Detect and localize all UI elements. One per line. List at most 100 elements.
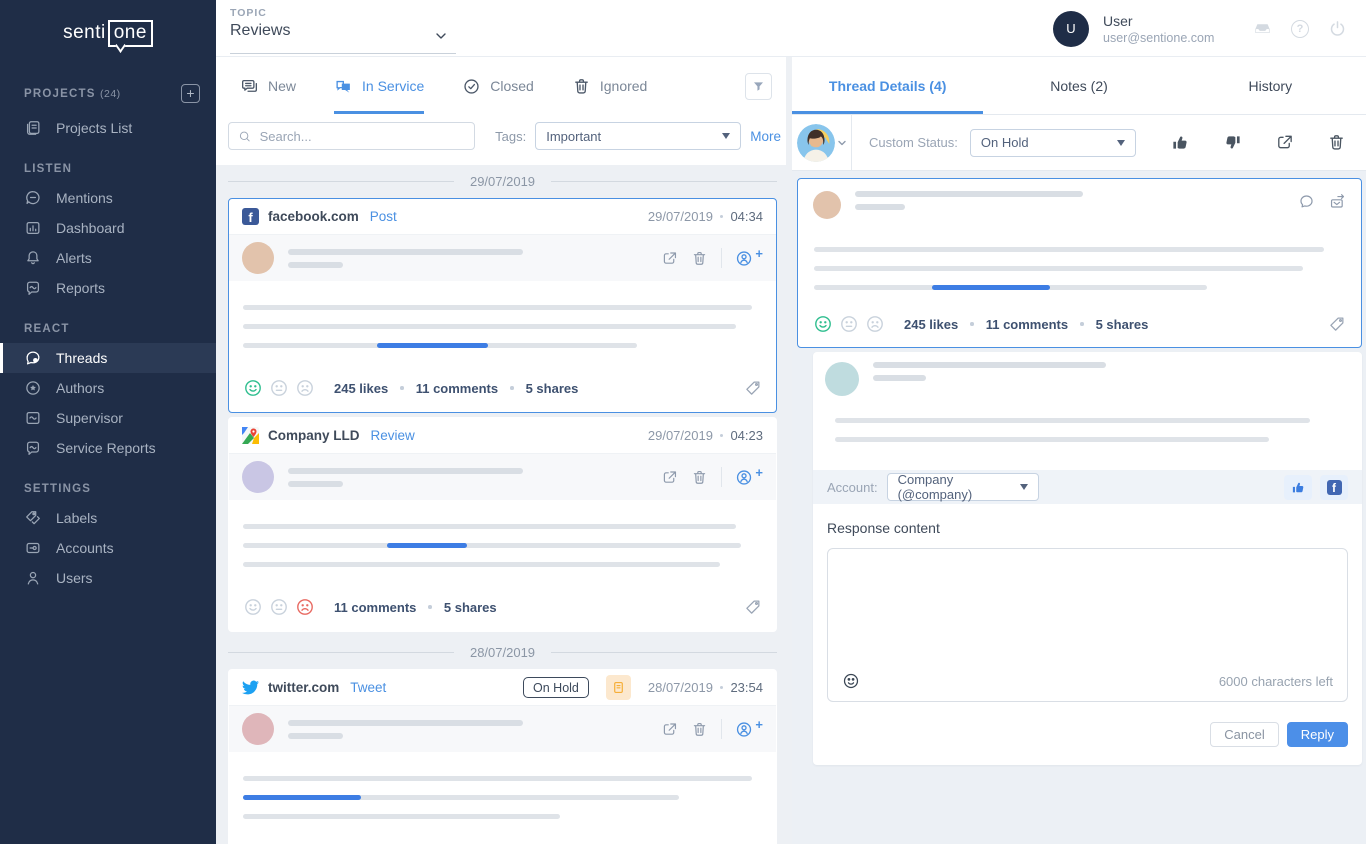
sentiment-positive-icon[interactable] <box>243 378 263 398</box>
likes-count: 245 likes <box>334 381 388 396</box>
cancel-button[interactable]: Cancel <box>1210 722 1278 747</box>
comment-bubble-icon[interactable] <box>1298 193 1315 210</box>
open-external-icon[interactable] <box>661 721 678 738</box>
assignee-avatar <box>797 124 835 162</box>
shares-count[interactable]: 5 shares <box>526 381 579 396</box>
sidebar-item-alerts[interactable]: Alerts <box>0 243 216 273</box>
topic-label: TOPIC <box>230 7 456 19</box>
forward-message-icon[interactable] <box>1329 193 1346 210</box>
select-caret-icon <box>722 133 730 139</box>
topic-selector[interactable]: TOPIC Reviews <box>230 7 456 54</box>
thread-card-facebook[interactable]: f facebook.com Post 29/07/2019 04:34 <box>228 198 777 413</box>
assign-user-button[interactable]: + <box>735 249 763 268</box>
sentiment-negative-icon[interactable] <box>295 597 315 617</box>
sidebar-item-accounts[interactable]: Accounts <box>0 533 216 563</box>
like-as-page-button[interactable] <box>1284 475 1312 500</box>
account-select[interactable]: Company (@company) <box>887 473 1039 501</box>
shares-count[interactable]: 5 shares <box>1096 317 1149 332</box>
assignee-selector[interactable] <box>792 115 852 170</box>
tags-select[interactable]: Important <box>535 122 741 150</box>
search-box[interactable] <box>228 122 475 150</box>
thread-date: 29/07/2019 <box>648 209 713 224</box>
bell-icon <box>24 249 42 267</box>
comments-count[interactable]: 11 comments <box>334 600 416 615</box>
add-project-button[interactable]: + <box>181 84 200 103</box>
sidebar: senti one PROJECTS (24) + Projects List … <box>0 0 216 844</box>
facebook-channel-button[interactable]: f <box>1320 475 1348 500</box>
chevron-down-icon <box>837 138 847 148</box>
author-avatar <box>242 713 274 745</box>
note-icon[interactable] <box>606 675 631 700</box>
sidebar-item-projects-list[interactable]: Projects List <box>0 113 216 143</box>
user-avatar[interactable]: U <box>1053 11 1089 47</box>
tag-icon[interactable] <box>744 598 762 616</box>
search-input[interactable] <box>260 129 465 144</box>
reply-button[interactable]: Reply <box>1287 722 1348 747</box>
help-icon[interactable]: ? <box>1291 20 1309 38</box>
filter-button[interactable] <box>745 73 772 100</box>
thumbs-down-icon[interactable] <box>1223 133 1242 152</box>
sentiment-positive-icon[interactable] <box>243 597 263 617</box>
likes-count: 245 likes <box>904 317 958 332</box>
sentiment-neutral-icon[interactable] <box>269 597 289 617</box>
custom-status-select[interactable]: On Hold <box>970 129 1136 157</box>
comments-count[interactable]: 11 comments <box>986 317 1068 332</box>
sidebar-item-service-reports[interactable]: Service Reports <box>0 433 216 463</box>
delete-icon[interactable] <box>1327 133 1346 152</box>
shares-count[interactable]: 5 shares <box>444 600 497 615</box>
tab-ignored[interactable]: Ignored <box>572 58 647 114</box>
sentiment-neutral-icon[interactable] <box>269 378 289 398</box>
tab-new[interactable]: New <box>240 58 296 114</box>
open-external-icon[interactable] <box>1275 133 1294 152</box>
google-maps-icon <box>242 427 259 444</box>
thread-source: Company LLD <box>268 428 360 443</box>
sidebar-item-labels[interactable]: Labels <box>0 503 216 533</box>
sidebar-item-supervisor[interactable]: Supervisor <box>0 403 216 433</box>
assign-user-button[interactable]: + <box>735 720 763 739</box>
thread-detail-body: 245 likes 11 comments 5 shares <box>792 171 1366 844</box>
thread-type-link[interactable]: Tweet <box>350 680 386 695</box>
thread-card-review[interactable]: Company LLD Review 29/07/2019 04:23 <box>228 417 777 632</box>
sentiment-positive-icon[interactable] <box>813 314 833 334</box>
comments-count[interactable]: 11 comments <box>416 381 498 396</box>
tab-notes[interactable]: Notes (2) <box>983 57 1174 114</box>
delete-icon[interactable] <box>691 250 708 267</box>
sidebar-item-dashboard[interactable]: Dashboard <box>0 213 216 243</box>
emoji-picker-icon[interactable] <box>842 672 860 690</box>
inbox-tray-icon[interactable] <box>1253 19 1272 38</box>
tab-history[interactable]: History <box>1175 57 1366 114</box>
thumbs-up-icon[interactable] <box>1171 133 1190 152</box>
new-tab-icon <box>240 77 259 96</box>
tab-closed[interactable]: Closed <box>462 58 534 114</box>
sentiment-negative-icon[interactable] <box>865 314 885 334</box>
open-external-icon[interactable] <box>661 250 678 267</box>
sentiment-neutral-icon[interactable] <box>839 314 859 334</box>
logo-text-senti: senti <box>63 22 106 44</box>
thread-type-link[interactable]: Review <box>371 428 415 443</box>
delete-icon[interactable] <box>691 721 708 738</box>
selected-thread-card[interactable]: 245 likes 11 comments 5 shares <box>797 178 1362 348</box>
open-external-icon[interactable] <box>661 469 678 486</box>
tab-in-service[interactable]: In Service <box>334 58 424 114</box>
thread-list-column: New In Service Closed Ignored <box>216 57 786 844</box>
sidebar-item-reports[interactable]: Reports <box>0 273 216 303</box>
sentiment-negative-icon[interactable] <box>295 378 315 398</box>
thread-card-twitter[interactable]: twitter.com Tweet On Hold 28/07/2019 23:… <box>228 669 777 844</box>
closed-tab-icon <box>462 77 481 96</box>
tab-thread-details[interactable]: Thread Details (4) <box>792 57 983 114</box>
response-textarea[interactable] <box>828 549 1347 659</box>
thread-type-link[interactable]: Post <box>370 209 397 224</box>
tags-label: Tags: <box>495 129 526 144</box>
assign-user-icon <box>735 249 754 268</box>
projects-count: (24) <box>100 88 121 100</box>
assign-user-button[interactable]: + <box>735 468 763 487</box>
tag-icon[interactable] <box>1328 315 1346 333</box>
power-icon[interactable] <box>1328 19 1347 38</box>
sidebar-item-users[interactable]: Users <box>0 563 216 593</box>
tag-icon[interactable] <box>744 379 762 397</box>
sidebar-item-authors[interactable]: Authors <box>0 373 216 403</box>
sidebar-item-threads[interactable]: Threads <box>0 343 216 373</box>
more-filters-link[interactable]: More <box>750 129 781 144</box>
delete-icon[interactable] <box>691 469 708 486</box>
sidebar-item-mentions[interactable]: Mentions <box>0 183 216 213</box>
